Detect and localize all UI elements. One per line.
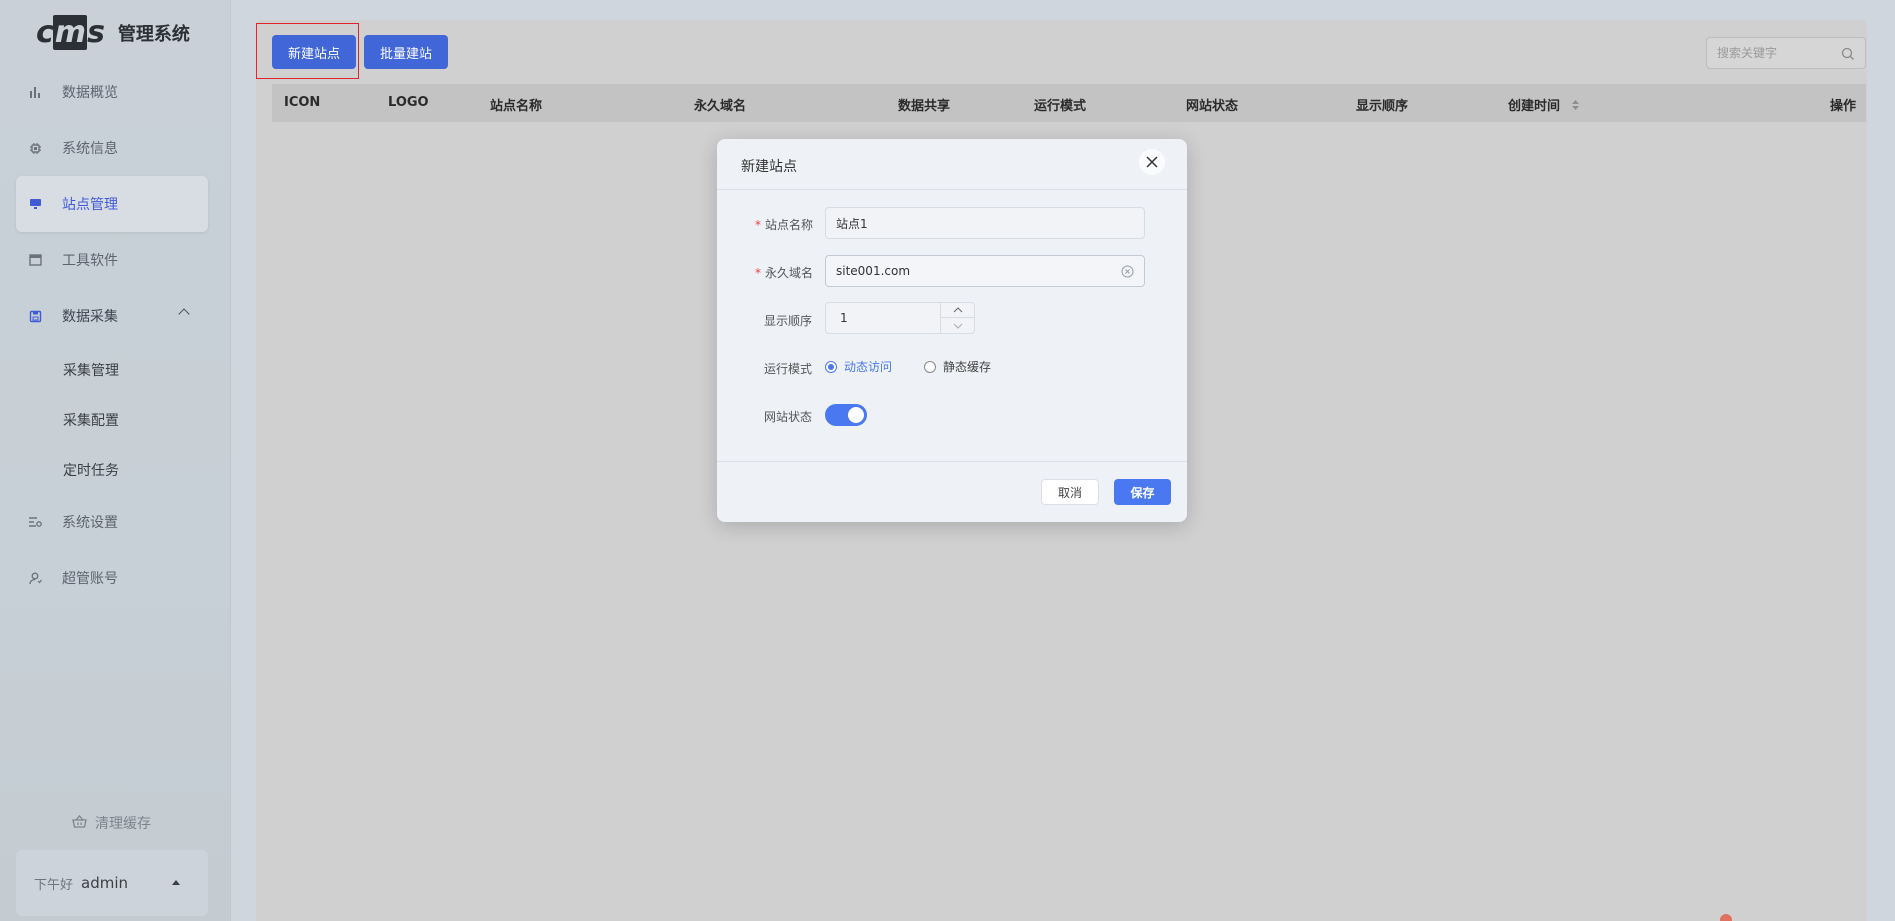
- dialog-title: 新建站点: [741, 159, 797, 175]
- chevron-up-icon: [178, 308, 190, 320]
- domain-input[interactable]: site001.com: [825, 255, 1145, 287]
- increment-button[interactable]: [941, 303, 975, 318]
- clear-cache-button[interactable]: 清理缓存: [72, 813, 151, 833]
- radio-label: 动态访问: [844, 360, 893, 374]
- search-icon[interactable]: [1841, 46, 1855, 65]
- site-name-label: * 站点名称: [755, 218, 814, 232]
- sidebar-item-tools[interactable]: 工具软件: [16, 232, 208, 288]
- site-name-input[interactable]: 站点1: [825, 207, 1145, 239]
- save-button[interactable]: 保存: [1114, 479, 1171, 505]
- radio-label: 静态缓存: [943, 360, 992, 374]
- column-header-site-status: 网站状态: [1186, 99, 1239, 114]
- app-logo: cms 管理系统: [36, 15, 190, 50]
- sidebar-subitem-collection-config[interactable]: 采集配置: [63, 410, 119, 430]
- radio-dot: [825, 360, 837, 373]
- display-order-label: 显示顺序: [764, 314, 813, 328]
- sidebar-item-label: 系统信息: [62, 141, 118, 157]
- clear-cache-label: 清理缓存: [95, 816, 151, 832]
- divider: [717, 461, 1187, 462]
- column-header-display-order: 显示顺序: [1356, 99, 1409, 114]
- bar-chart-icon: [28, 85, 42, 99]
- sidebar-item-label: 数据概览: [62, 85, 118, 101]
- clear-icon[interactable]: [1121, 265, 1134, 281]
- column-header-created-time-label: 创建时间: [1508, 99, 1561, 114]
- column-header-logo: LOGO: [388, 95, 429, 110]
- site-status-label: 网站状态: [764, 410, 813, 424]
- sidebar: cms 管理系统 数据概览 系统信息 站点管理 工具软件 数据采集 采集管理 采…: [0, 0, 231, 921]
- sidebar-item-system-settings[interactable]: 系统设置: [16, 494, 208, 550]
- caret-up-icon: [172, 880, 180, 885]
- radio-dot: [924, 360, 936, 373]
- sidebar-item-site-management[interactable]: 站点管理: [16, 176, 208, 232]
- sidebar-item-system-info[interactable]: 系统信息: [16, 120, 208, 176]
- decrement-button[interactable]: [941, 318, 975, 333]
- sidebar-item-label: 数据采集: [62, 309, 118, 325]
- user-menu[interactable]: 下午好 admin: [16, 850, 208, 916]
- run-mode-label: 运行模式: [764, 362, 813, 376]
- stepper-buttons: [940, 303, 975, 333]
- close-icon[interactable]: [1139, 149, 1165, 175]
- column-header-domain: 永久域名: [694, 99, 747, 114]
- radio-dynamic-access[interactable]: 动态访问: [825, 358, 892, 375]
- sidebar-item-data-collection[interactable]: 数据采集: [16, 288, 208, 344]
- toggle-knob: [848, 407, 864, 423]
- table-header: ICON LOGO 站点名称 永久域名 数据共享 运行模式 网站状态 显示顺序 …: [272, 84, 1866, 122]
- sidebar-subitem-collection-management[interactable]: 采集管理: [63, 360, 119, 380]
- column-header-run-mode: 运行模式: [1034, 99, 1087, 114]
- domain-value: site001.com: [836, 264, 911, 278]
- column-header-icon: ICON: [284, 95, 321, 110]
- floating-indicator: [1720, 914, 1732, 921]
- column-header-created-time[interactable]: 创建时间: [1508, 95, 1580, 115]
- new-site-dialog: 新建站点 * 站点名称 站点1 * 永久域名 site001.com 显示顺序 1 …: [717, 139, 1187, 522]
- sidebar-item-label: 超管账号: [62, 571, 118, 587]
- basket-icon: [72, 814, 87, 832]
- username: admin: [81, 874, 129, 892]
- column-header-site-name: 站点名称: [490, 99, 543, 114]
- divider: [717, 189, 1187, 190]
- column-header-actions: 操作: [1830, 99, 1857, 114]
- required-mark: *: [755, 218, 761, 232]
- sidebar-item-super-admin[interactable]: 超管账号: [16, 550, 208, 606]
- sidebar-item-label: 系统设置: [62, 515, 118, 531]
- chip-icon: [28, 141, 42, 155]
- user-icon: [28, 571, 42, 585]
- batch-create-button[interactable]: 批量建站: [364, 35, 449, 69]
- greeting: 下午好: [34, 877, 74, 893]
- sidebar-item-label: 站点管理: [62, 197, 118, 213]
- sidebar-subitem-scheduled-tasks[interactable]: 定时任务: [63, 460, 119, 480]
- site-status-toggle[interactable]: [825, 404, 867, 426]
- new-site-button[interactable]: 新建站点: [272, 35, 357, 69]
- display-order-stepper[interactable]: 1: [825, 302, 975, 334]
- search-input[interactable]: [1717, 46, 1837, 60]
- settings-list-icon: [28, 515, 42, 529]
- monitor-icon: [28, 197, 42, 211]
- sidebar-item-label: 工具软件: [62, 253, 118, 269]
- site-name-value: 站点1: [836, 216, 868, 231]
- window-icon: [28, 253, 42, 267]
- search-box[interactable]: [1706, 37, 1866, 69]
- save-icon: [28, 309, 42, 323]
- app-title: 管理系统: [117, 24, 190, 45]
- sidebar-item-data-overview[interactable]: 数据概览: [16, 64, 208, 120]
- cms-logo-icon: cms: [36, 15, 105, 50]
- column-header-data-share: 数据共享: [898, 99, 951, 114]
- sort-icon[interactable]: [1571, 99, 1580, 115]
- radio-static-cache[interactable]: 静态缓存: [924, 358, 991, 375]
- domain-label: * 永久域名: [755, 266, 814, 280]
- cancel-button[interactable]: 取消: [1041, 479, 1099, 505]
- required-mark: *: [755, 266, 761, 280]
- display-order-value: 1: [840, 311, 848, 325]
